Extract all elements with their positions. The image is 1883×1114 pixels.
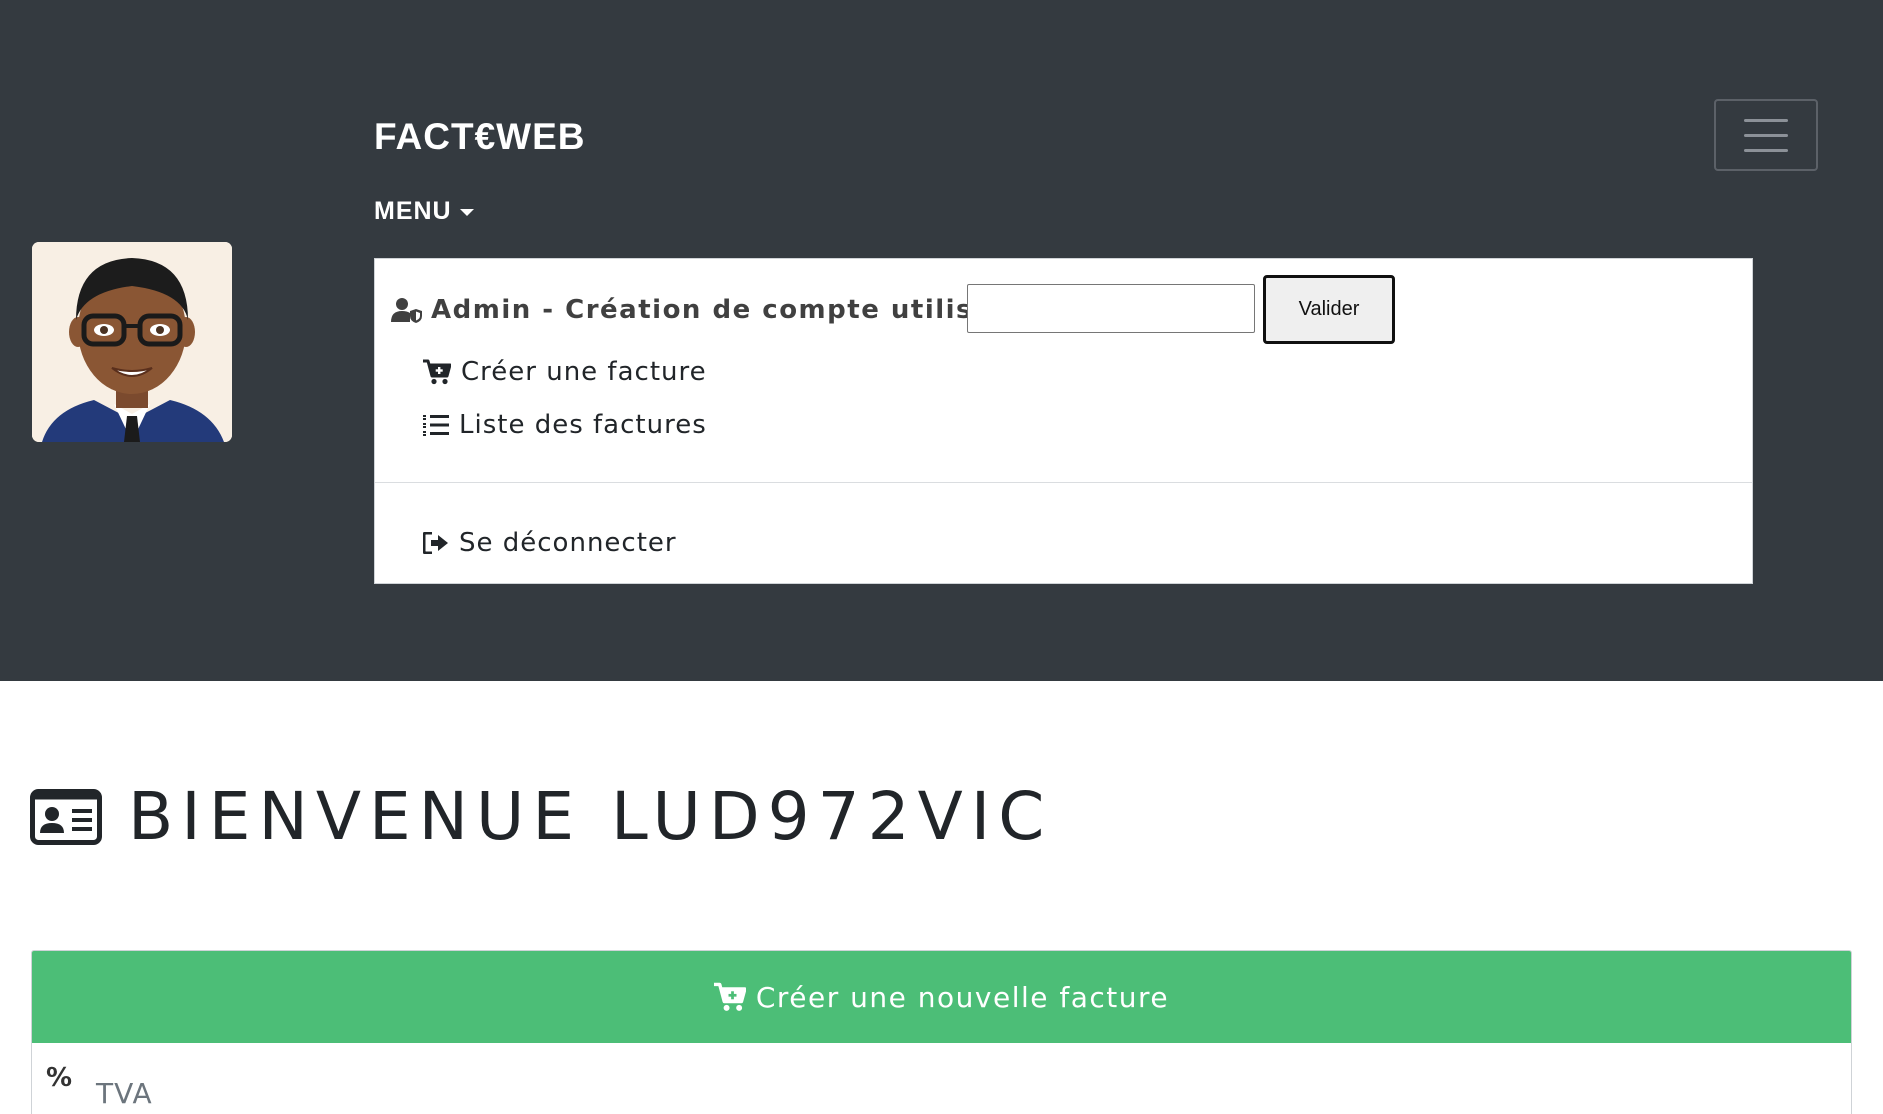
welcome-heading: BIENVENUE LUD972VIC (30, 778, 1052, 855)
tva-field-label: TVA (96, 1077, 153, 1110)
dropdown-divider (375, 482, 1752, 483)
menu-item-invoice-list-label: Liste des factures (459, 410, 707, 440)
percent-icon: % (46, 1063, 73, 1093)
admin-create-account-item: Admin - Création de compte utilisateur (391, 295, 1059, 325)
cart-plus-icon (423, 359, 451, 385)
caret-down-icon (459, 208, 474, 216)
menu-item-logout[interactable]: Se déconnecter (423, 528, 677, 558)
menu-label: MENU (374, 197, 452, 225)
cart-plus-icon (713, 982, 746, 1011)
user-avatar (32, 242, 232, 442)
hamburger-line (1744, 133, 1788, 137)
id-card-icon (30, 788, 102, 845)
hamburger-line (1744, 118, 1788, 122)
create-new-invoice-label: Créer une nouvelle facture (755, 980, 1170, 1014)
top-navbar: FACT€WEB MENU Admin - Création de compte… (0, 0, 1883, 681)
sign-out-icon (423, 532, 448, 554)
menu-dropdown-panel: Admin - Création de compte utilisateur V… (374, 258, 1753, 584)
invoice-card: Créer une nouvelle facture % TVA (31, 950, 1852, 1114)
new-user-input[interactable] (967, 284, 1255, 333)
brand-logo[interactable]: FACT€WEB (374, 116, 586, 158)
menu-dropdown-toggle[interactable]: MENU (374, 197, 474, 226)
navbar-toggler-button[interactable] (1714, 99, 1818, 171)
admin-create-account-label: Admin - Création de compte utilisateur (431, 295, 1060, 325)
list-ol-icon (423, 415, 449, 436)
menu-item-create-invoice-label: Créer une facture (461, 357, 707, 387)
hamburger-line (1744, 148, 1788, 152)
menu-item-invoice-list[interactable]: Liste des factures (423, 410, 707, 440)
create-new-invoice-button[interactable]: Créer une nouvelle facture (32, 951, 1851, 1043)
menu-item-logout-label: Se déconnecter (459, 528, 677, 558)
validate-button[interactable]: Valider (1263, 275, 1395, 344)
welcome-title: BIENVENUE LUD972VIC (128, 778, 1053, 855)
menu-item-create-invoice[interactable]: Créer une facture (423, 357, 707, 387)
user-shield-icon (391, 298, 422, 323)
